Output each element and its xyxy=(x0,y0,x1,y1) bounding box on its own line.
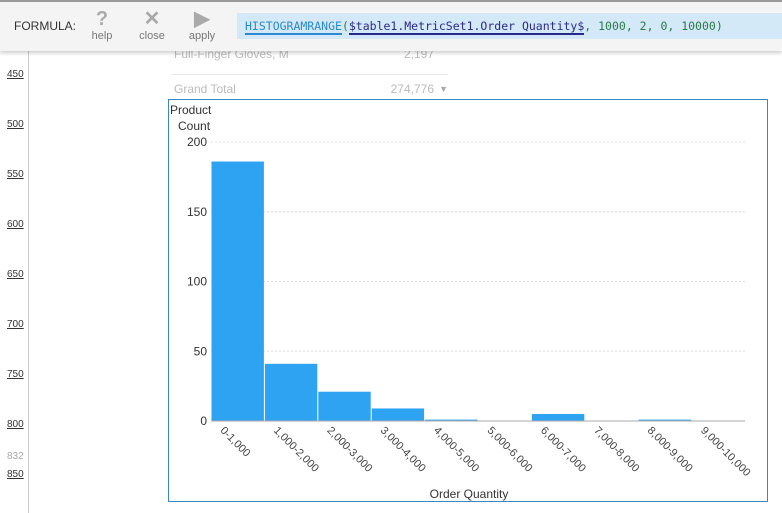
y-tick-label: 100 xyxy=(187,275,207,289)
x-tick-label: 9,000-10,000 xyxy=(698,425,752,479)
x-axis-label: Order Quantity xyxy=(430,487,509,501)
y-axis-label-line2: Count xyxy=(178,119,211,133)
y-tick-label: 0 xyxy=(200,414,207,428)
ruler-label: 500 xyxy=(7,119,24,130)
x-tick-label: 0-1,000 xyxy=(218,425,253,460)
histogram-bar xyxy=(264,363,318,421)
formula-label: FORMULA: xyxy=(14,19,77,33)
y-tick-label: 200 xyxy=(187,135,207,149)
histogram-bar xyxy=(211,161,264,421)
x-tick-label: 1,000-2,000 xyxy=(271,425,321,475)
histogram-chart: Product Count Order Quantity 0 50 100 150 20… xyxy=(168,99,768,502)
close-icon: ✕ xyxy=(143,8,161,30)
x-tick-label: 4,000-5,000 xyxy=(431,425,481,475)
ruler-label: 450 xyxy=(7,69,24,80)
scroll-down-icon[interactable]: ▼ xyxy=(439,84,448,94)
total-value: 274,776 xyxy=(390,82,434,96)
divider xyxy=(172,74,448,75)
question-icon: ? xyxy=(95,8,109,30)
x-tick-label: 6,000-7,000 xyxy=(538,425,588,475)
total-label: Grand Total xyxy=(174,82,236,96)
histogram-bar xyxy=(531,414,585,421)
play-icon: ▶ xyxy=(194,8,210,30)
ruler-label: 550 xyxy=(7,169,24,180)
apply-button[interactable]: ▶ apply xyxy=(182,8,222,42)
x-tick-label: 5,000-6,000 xyxy=(485,425,535,475)
ruler-label: 832 xyxy=(7,451,24,462)
y-tick-label: 150 xyxy=(187,205,207,219)
ruler-label: 750 xyxy=(7,369,24,380)
histogram-bar xyxy=(318,391,371,421)
x-tick-label: 7,000-8,000 xyxy=(591,425,641,475)
y-axis-label-line1: Product xyxy=(170,103,212,117)
formula-reference: $table1.MetricSet1.Order Quantity$ xyxy=(348,19,585,35)
x-tick-label: 8,000-9,000 xyxy=(645,425,695,475)
formula-toolbar: FORMULA: ? help ✕ close ▶ apply HISTOGRAMRA… xyxy=(0,0,782,51)
close-label: close xyxy=(139,30,165,42)
apply-label: apply xyxy=(188,30,216,42)
formula-function: HISTOGRAMRANGE xyxy=(245,19,342,35)
ruler-label: 700 xyxy=(7,319,24,330)
y-tick-label: 50 xyxy=(194,344,208,358)
vertical-ruler: 450 500 550 600 650 700 750 800 832 850 xyxy=(0,49,29,513)
help-label: help xyxy=(91,30,113,42)
formula-paren: ( xyxy=(341,19,349,33)
grand-total-row: Grand Total 274,776 xyxy=(174,82,434,96)
ruler-label: 600 xyxy=(7,219,24,230)
ruler-label: 650 xyxy=(7,269,24,280)
formula-input[interactable]: HISTOGRAMRANGE($table1.MetricSet1.Order … xyxy=(237,13,782,39)
histogram-bar xyxy=(371,408,425,421)
ruler-label: 850 xyxy=(7,469,24,480)
close-button[interactable]: ✕ close xyxy=(132,8,172,42)
chart-svg: Product Count Order Quantity 0 50 100 150 20… xyxy=(170,103,753,501)
x-tick-label: 2,000-3,000 xyxy=(324,425,374,475)
formula-args: , 1000, 2, 0, 10000) xyxy=(584,19,723,33)
help-button[interactable]: ? help xyxy=(82,8,122,42)
x-tick-label: 3,000-4,000 xyxy=(378,425,428,475)
ruler-label: 800 xyxy=(7,419,24,430)
